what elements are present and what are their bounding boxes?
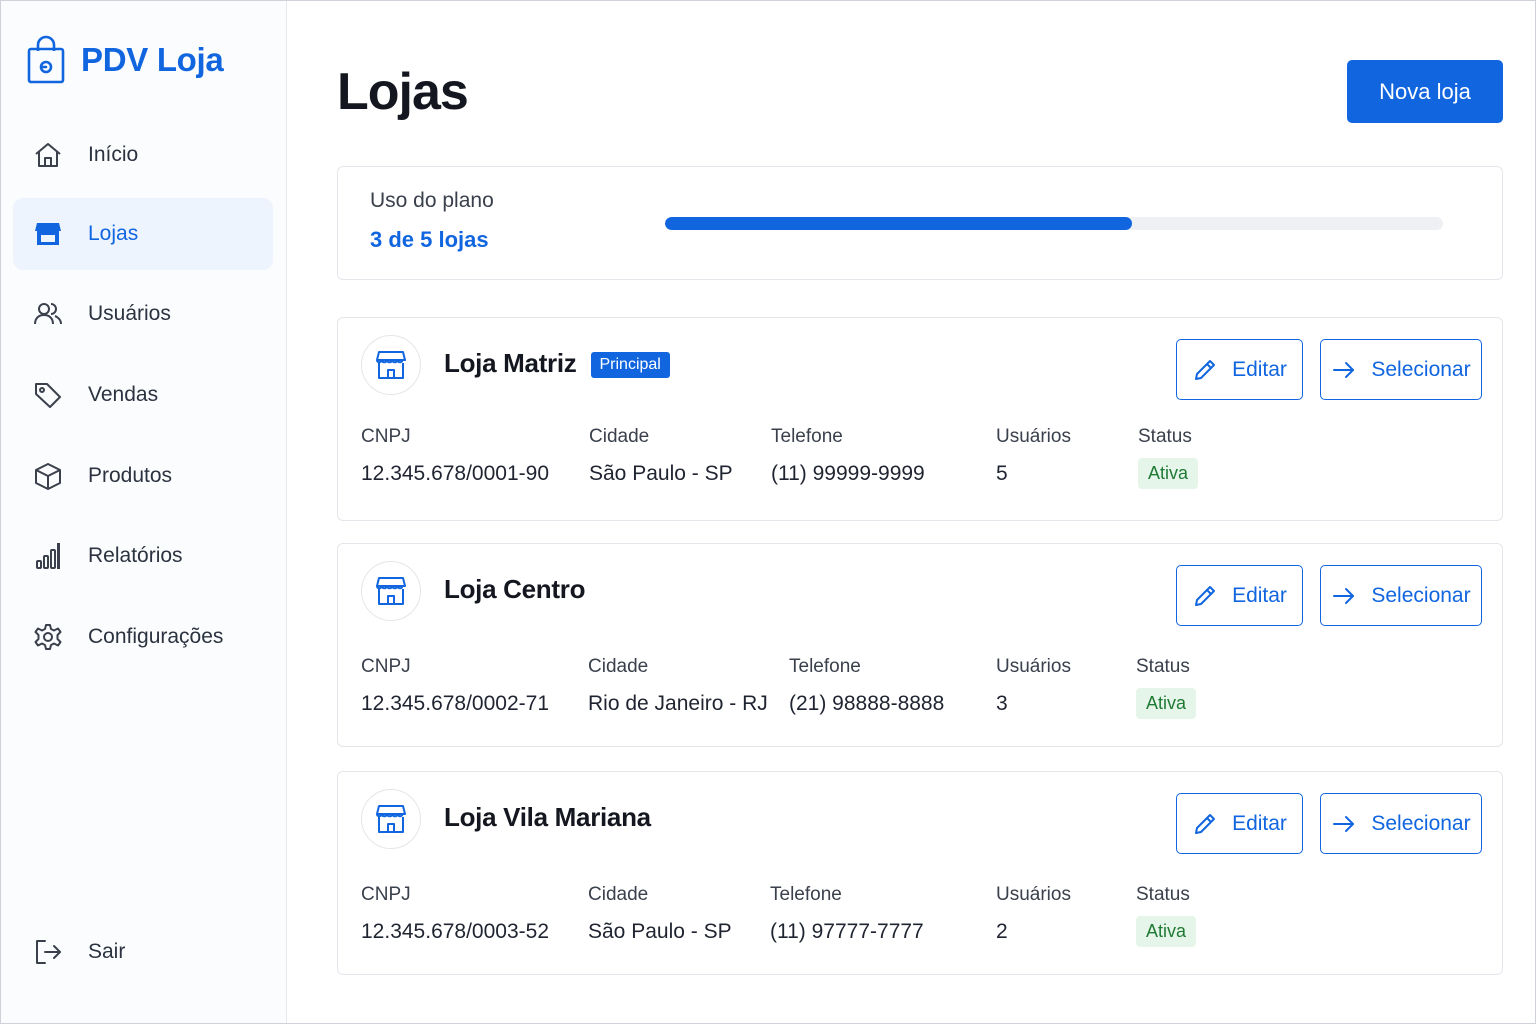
pencil-icon bbox=[1195, 359, 1216, 380]
plan-usage-progress-bar bbox=[665, 217, 1443, 230]
cnpj-field: CNPJ 12.345.678/0003-52 bbox=[361, 884, 550, 943]
store-icon bbox=[31, 217, 65, 251]
box-icon bbox=[31, 459, 65, 493]
store-icon bbox=[361, 789, 421, 849]
plan-usage-label: Uso do plano bbox=[370, 189, 494, 212]
status-badge: Ativa bbox=[1136, 916, 1197, 947]
plan-usage-card: Uso do plano 3 de 5 lojas bbox=[337, 166, 1503, 280]
status-badge: Ativa bbox=[1138, 458, 1199, 489]
sidebar-item-label: Relatórios bbox=[88, 544, 183, 567]
arrow-right-icon bbox=[1333, 587, 1355, 604]
sidebar: PDV Loja Início Lojas Usuários Vendas Pr… bbox=[1, 1, 287, 1023]
gear-icon bbox=[31, 620, 65, 654]
arrow-right-icon bbox=[1333, 815, 1355, 832]
sidebar-item-label: Início bbox=[88, 143, 139, 166]
tag-icon bbox=[31, 378, 65, 412]
principal-badge: Principal bbox=[590, 352, 670, 378]
store-name: Loja Matriz Principal bbox=[444, 348, 670, 379]
users-field: Usuários 5 bbox=[996, 426, 1071, 485]
edit-store-button[interactable]: Editar bbox=[1176, 793, 1303, 854]
sidebar-item-lojas[interactable]: Lojas bbox=[13, 198, 273, 270]
sidebar-item-label: Lojas bbox=[88, 222, 139, 245]
cnpj-field: CNPJ 12.345.678/0002-71 bbox=[361, 656, 550, 715]
pencil-icon bbox=[1195, 813, 1216, 834]
city-field: Cidade São Paulo - SP bbox=[589, 426, 733, 485]
phone-field: Telefone (11) 97777-7777 bbox=[770, 884, 924, 943]
sidebar-item-label: Produtos bbox=[88, 464, 173, 487]
store-card-loja-centro: Loja Centro Editar Selecionar CNPJ 12.345… bbox=[337, 543, 1503, 747]
city-field: Cidade Rio de Janeiro - RJ bbox=[588, 656, 768, 715]
logout-label: Sair bbox=[88, 940, 126, 963]
brand-name: PDV Loja bbox=[81, 41, 224, 78]
plan-usage-progress-fill bbox=[665, 217, 1132, 230]
logout-button[interactable]: Sair bbox=[13, 916, 273, 988]
home-icon bbox=[31, 138, 65, 172]
sidebar-item-inicio[interactable]: Início bbox=[13, 119, 273, 191]
select-store-button[interactable]: Selecionar bbox=[1320, 793, 1482, 854]
page-title: Lojas bbox=[337, 63, 469, 121]
city-field: Cidade São Paulo - SP bbox=[588, 884, 732, 943]
new-store-button[interactable]: Nova loja bbox=[1347, 60, 1503, 123]
plan-usage-value: 3 de 5 lojas bbox=[370, 227, 489, 252]
cnpj-field: CNPJ 12.345.678/0001-90 bbox=[361, 426, 550, 485]
store-card-loja-vila-mariana: Loja Vila Mariana Editar Selecionar CNPJ… bbox=[337, 771, 1503, 975]
edit-store-button[interactable]: Editar bbox=[1176, 565, 1303, 626]
store-name: Loja Vila Mariana bbox=[444, 802, 651, 832]
sidebar-item-produtos[interactable]: Produtos bbox=[13, 440, 273, 512]
store-name: Loja Centro bbox=[444, 574, 586, 604]
edit-store-button[interactable]: Editar bbox=[1176, 339, 1303, 400]
sidebar-item-vendas[interactable]: Vendas bbox=[13, 359, 273, 431]
store-icon bbox=[361, 561, 421, 621]
users-icon bbox=[31, 297, 65, 331]
status-field: Status Ativa bbox=[1136, 884, 1197, 947]
status-badge: Ativa bbox=[1136, 688, 1197, 719]
select-store-button[interactable]: Selecionar bbox=[1320, 565, 1482, 626]
bar-chart-icon bbox=[31, 539, 65, 573]
phone-field: Telefone (11) 99999-9999 bbox=[771, 426, 925, 485]
sidebar-item-label: Configurações bbox=[88, 625, 224, 648]
logout-icon bbox=[31, 935, 65, 969]
phone-field: Telefone (21) 98888-8888 bbox=[789, 656, 945, 715]
sidebar-item-configuracoes[interactable]: Configurações bbox=[13, 601, 273, 673]
store-icon bbox=[361, 335, 421, 395]
sidebar-item-label: Usuários bbox=[88, 302, 171, 325]
arrow-right-icon bbox=[1333, 361, 1355, 378]
pencil-icon bbox=[1195, 585, 1216, 606]
sidebar-item-usuarios[interactable]: Usuários bbox=[13, 278, 273, 350]
status-field: Status Ativa bbox=[1138, 426, 1199, 489]
sidebar-item-label: Vendas bbox=[88, 383, 159, 406]
select-store-button[interactable]: Selecionar bbox=[1320, 339, 1482, 400]
shopping-bag-icon bbox=[27, 35, 65, 84]
brand[interactable]: PDV Loja bbox=[27, 35, 224, 85]
users-field: Usuários 3 bbox=[996, 656, 1071, 715]
sidebar-item-relatorios[interactable]: Relatórios bbox=[13, 520, 273, 592]
users-field: Usuários 2 bbox=[996, 884, 1071, 943]
store-card-loja-matriz: Loja Matriz Principal Editar Selecionar C… bbox=[337, 317, 1503, 521]
status-field: Status Ativa bbox=[1136, 656, 1197, 719]
